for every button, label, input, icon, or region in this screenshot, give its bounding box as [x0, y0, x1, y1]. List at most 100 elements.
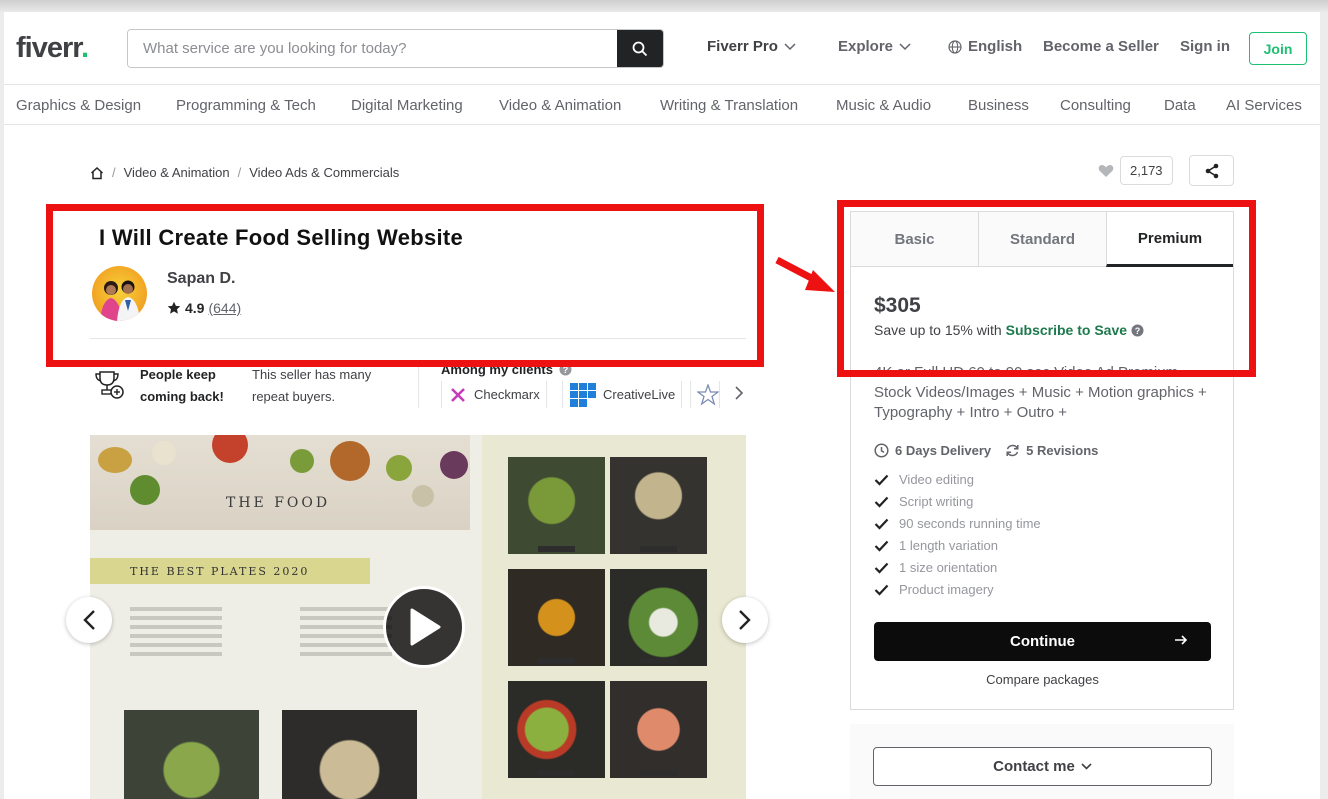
- gallery-photo-7: [124, 710, 259, 799]
- check-icon: [874, 562, 889, 574]
- star-logo-icon: [697, 383, 719, 406]
- gallery-photo-3: [508, 569, 605, 666]
- like-control[interactable]: 2,173: [1098, 156, 1173, 185]
- vegetable-2: [130, 475, 160, 505]
- home-icon[interactable]: [90, 166, 104, 180]
- language-label: English: [968, 38, 1023, 55]
- join-button[interactable]: Join: [1249, 32, 1307, 65]
- breadcrumb-video-ads[interactable]: Video Ads & Commercials: [249, 165, 399, 180]
- share-button[interactable]: [1189, 155, 1234, 186]
- search-bar: [127, 29, 664, 68]
- revisions-label: 5 Revisions: [1026, 443, 1099, 458]
- gallery-photo-2: [610, 457, 707, 554]
- feature-label: 1 size orientation: [899, 560, 998, 575]
- checkmarx-logo-icon: [451, 387, 465, 402]
- become-seller-label: Become a Seller: [1043, 38, 1159, 55]
- client-partial-logo: [690, 381, 720, 408]
- gallery-photo-1: [508, 457, 605, 554]
- globe-icon: [948, 39, 962, 54]
- feature-label: 90 seconds running time: [899, 516, 1041, 531]
- feature-item: 1 size orientation: [874, 560, 997, 575]
- vegetable-7: [386, 455, 412, 481]
- client-creativelive-name: CreativeLive: [603, 387, 676, 402]
- gallery-photo-5: [508, 681, 605, 778]
- continue-label: Continue: [1010, 633, 1075, 650]
- check-icon: [874, 540, 889, 552]
- fiverr-logo[interactable]: fiverr.: [16, 32, 89, 65]
- category-data[interactable]: Data: [1164, 97, 1196, 114]
- category-programming-tech[interactable]: Programming & Tech: [176, 97, 316, 114]
- continue-button[interactable]: Continue: [874, 622, 1211, 661]
- contact-label: Contact me: [993, 758, 1075, 775]
- repeat-text-line-2: repeat buyers.: [252, 389, 336, 404]
- creativelive-logo-icon: [570, 382, 596, 407]
- category-consulting[interactable]: Consulting: [1060, 97, 1131, 114]
- arrow-right-icon: [1175, 635, 1188, 645]
- breadcrumb-separator: /: [112, 165, 116, 180]
- client-creativelive[interactable]: CreativeLive: [562, 381, 683, 408]
- category-business[interactable]: Business: [968, 97, 1029, 114]
- like-count: 2,173: [1120, 156, 1173, 185]
- feature-item: Product imagery: [874, 582, 994, 597]
- frame-right: [1320, 12, 1328, 799]
- breadcrumb: / Video & Animation / Video Ads & Commer…: [90, 165, 399, 180]
- play-button[interactable]: [383, 586, 465, 668]
- gallery-next-button[interactable]: [722, 597, 768, 643]
- heart-icon: [1098, 164, 1114, 177]
- category-music-audio[interactable]: Music & Audio: [836, 97, 931, 114]
- gallery-photo-4: [610, 569, 707, 666]
- repeat-buyers-text: This seller has many repeat buyers.: [252, 364, 371, 408]
- gallery-band-text: THE BEST PLATES 2020: [130, 565, 310, 578]
- delivery-time: 6 Days Delivery: [874, 443, 991, 458]
- category-graphics-design[interactable]: Graphics & Design: [16, 97, 141, 114]
- check-icon: [874, 518, 889, 530]
- client-checkmarx[interactable]: Checkmarx: [441, 381, 547, 408]
- category-writing-translation[interactable]: Writing & Translation: [660, 97, 798, 114]
- category-video-animation[interactable]: Video & Animation: [499, 97, 621, 114]
- vegetable-9: [440, 451, 468, 479]
- contact-me-button[interactable]: Contact me: [873, 747, 1212, 786]
- compare-packages-link[interactable]: Compare packages: [874, 672, 1211, 687]
- check-icon: [874, 584, 889, 596]
- feature-label: Product imagery: [899, 582, 994, 597]
- refresh-icon: [1006, 444, 1019, 457]
- language-selector[interactable]: English: [948, 38, 1022, 55]
- breadcrumb-separator: /: [237, 165, 242, 180]
- sign-in-link[interactable]: Sign in: [1180, 38, 1230, 55]
- package-meta: 6 Days Delivery 5 Revisions: [874, 443, 1098, 458]
- chevron-right-icon: [739, 610, 751, 630]
- gallery-prev-button[interactable]: [66, 597, 112, 643]
- category-ai-services[interactable]: AI Services: [1226, 97, 1302, 114]
- chevron-right-icon: [735, 386, 744, 400]
- category-digital-marketing[interactable]: Digital Marketing: [351, 97, 463, 114]
- vegetable-5: [290, 449, 314, 473]
- repeat-title-line-2: coming back!: [140, 389, 224, 404]
- fiverr-pro-label: Fiverr Pro: [707, 38, 778, 55]
- vegetable-1: [98, 447, 132, 473]
- client-checkmarx-name: Checkmarx: [474, 387, 540, 402]
- explore-menu[interactable]: Explore: [838, 38, 911, 55]
- search-button[interactable]: [617, 30, 663, 67]
- gallery-photo-8: [282, 710, 417, 799]
- become-seller-link[interactable]: Become a Seller: [1043, 38, 1159, 55]
- trophy-icon: [94, 370, 126, 405]
- delivery-label: 6 Days Delivery: [895, 443, 992, 458]
- feature-label: Script writing: [899, 494, 974, 509]
- play-icon: [410, 608, 441, 646]
- gallery-photo-6: [610, 681, 707, 778]
- chevron-down-icon: [1081, 763, 1092, 770]
- gallery-heading: THE FOOD: [226, 495, 331, 511]
- feature-label: 1 length variation: [899, 538, 999, 553]
- fiverr-pro-menu[interactable]: Fiverr Pro: [707, 38, 796, 55]
- breadcrumb-video-animation[interactable]: Video & Animation: [124, 165, 230, 180]
- feature-label: Video editing: [899, 472, 974, 487]
- revisions: 5 Revisions: [1005, 443, 1098, 458]
- search-icon: [632, 41, 648, 56]
- red-arrow-icon: [775, 256, 835, 292]
- repeat-title-line-1: People keep: [140, 367, 216, 382]
- category-bar: Graphics & Design Programming & Tech Dig…: [4, 84, 1320, 125]
- clients-next-button[interactable]: [734, 385, 744, 406]
- vegetable-6: [330, 441, 370, 481]
- feature-item: Video editing: [874, 472, 974, 487]
- search-input[interactable]: [128, 30, 618, 67]
